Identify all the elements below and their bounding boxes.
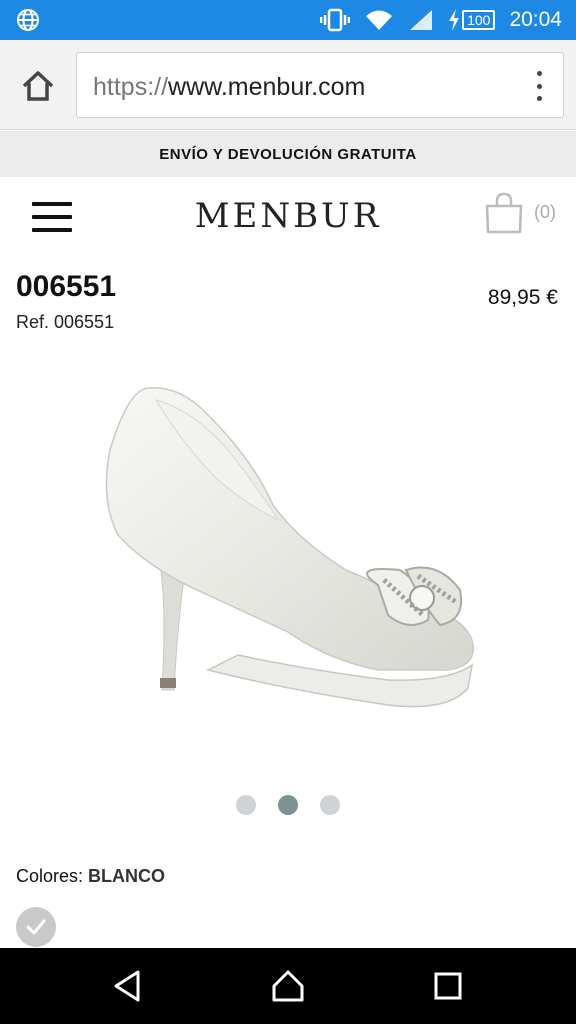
carousel-dot-active[interactable]: [278, 795, 298, 815]
carousel-dots: [0, 795, 576, 815]
url-host: www.menbur.com: [168, 73, 366, 101]
overflow-menu-icon[interactable]: [533, 71, 545, 101]
promo-banner: ENVÍO Y DEVOLUCIÓN GRATUITA: [0, 131, 576, 177]
charging-icon: [449, 9, 460, 31]
url-field[interactable]: https://www.menbur.com: [76, 52, 564, 118]
carousel-dot[interactable]: [236, 795, 256, 815]
back-icon[interactable]: [110, 968, 146, 1004]
status-bar: 100 20:04: [0, 0, 576, 40]
checkmark-icon: [26, 919, 46, 935]
product-image[interactable]: [88, 370, 488, 750]
home-icon[interactable]: [270, 968, 306, 1004]
cart-count[interactable]: (0): [534, 202, 556, 223]
battery-icon: 100: [462, 10, 496, 30]
product-title: 006551: [16, 270, 117, 303]
carousel-dot[interactable]: [320, 795, 340, 815]
wifi-icon: [366, 10, 393, 30]
vibrate-icon: [320, 8, 351, 32]
color-value: BLANCO: [88, 866, 166, 886]
colors-line: Colores: BLANCO: [16, 866, 165, 887]
globe-icon: [17, 9, 39, 31]
url-text[interactable]: https://www.menbur.com: [93, 73, 365, 102]
product-price: 89,95 €: [487, 286, 558, 309]
product-ref: Ref. 006551: [16, 312, 115, 332]
battery-level: 100: [467, 12, 491, 28]
colors-label: Colores:: [16, 866, 84, 886]
product-header: 006551 Ref. 006551 89,95 €: [0, 262, 576, 342]
site-header: MENBUR (0): [0, 178, 576, 256]
url-scheme: https://: [93, 73, 169, 101]
browser-toolbar: https://www.menbur.com: [0, 40, 576, 130]
shopping-bag-icon[interactable]: [484, 192, 524, 234]
color-swatch-selected[interactable]: [16, 907, 56, 947]
recents-icon[interactable]: [430, 968, 466, 1004]
home-icon[interactable]: [18, 66, 58, 106]
signal-icon: [410, 10, 433, 30]
navigation-bar: [0, 948, 576, 1024]
battery-indicator: 100: [448, 9, 496, 31]
clock: 20:04: [509, 8, 562, 31]
promo-text: ENVÍO Y DEVOLUCIÓN GRATUITA: [159, 145, 417, 163]
